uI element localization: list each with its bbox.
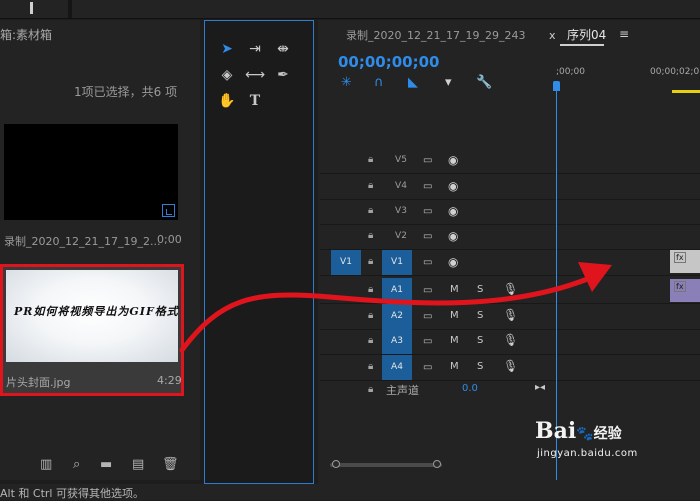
status-text: Alt 和 Ctrl 可获得其他选项。: [0, 487, 144, 500]
paw-icon: 🐾: [576, 426, 594, 442]
watermark-url: jingyan.baidu.com: [537, 448, 638, 459]
watermark-brand: Bai: [535, 418, 577, 444]
watermark-name: 经验: [593, 426, 622, 442]
baidu-watermark: Bai🐾经验: [535, 418, 622, 444]
